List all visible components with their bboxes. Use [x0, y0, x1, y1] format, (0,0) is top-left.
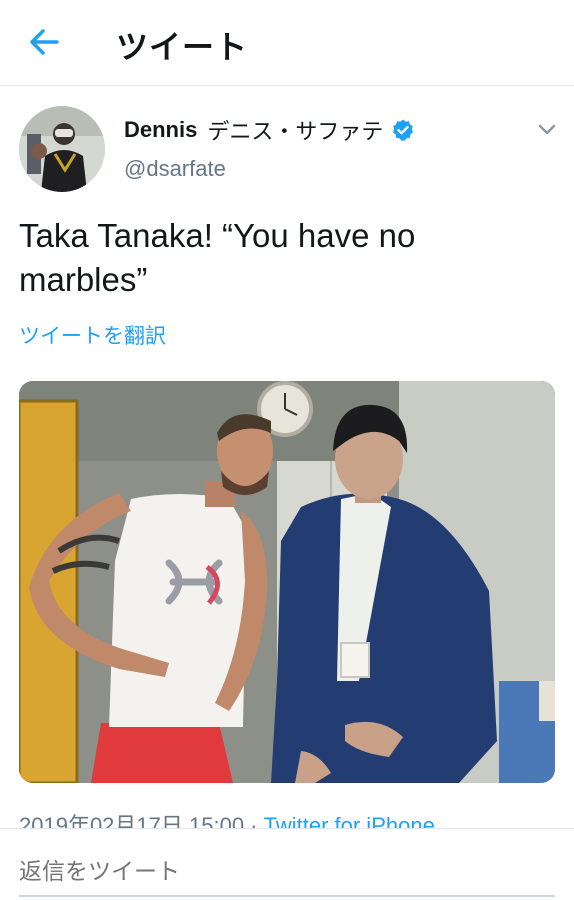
- author-name-ja: デニス・サファテ: [207, 120, 384, 145]
- tweet-menu-button[interactable]: [534, 118, 560, 140]
- page-title: ツイート: [116, 28, 249, 66]
- back-button[interactable]: [24, 24, 64, 60]
- translate-tweet-link[interactable]: ツイートを翻訳: [19, 320, 166, 350]
- reply-input[interactable]: [19, 849, 555, 897]
- tweet-text: Taka Tanaka! “You have no marbles”: [19, 217, 416, 298]
- top-bar: ツイート: [0, 0, 574, 86]
- tweet-photo[interactable]: [19, 381, 555, 783]
- avatar[interactable]: [19, 106, 105, 192]
- reply-bar: [0, 828, 574, 900]
- arrow-left-icon: [30, 29, 59, 55]
- chevron-down-icon: [538, 124, 556, 135]
- author-name-en: Dennis: [124, 117, 198, 142]
- verified-badge-icon: [393, 119, 414, 141]
- author-name[interactable]: Dennis デニス・サファテ: [124, 114, 415, 146]
- author-handle[interactable]: @dsarfate: [124, 156, 226, 182]
